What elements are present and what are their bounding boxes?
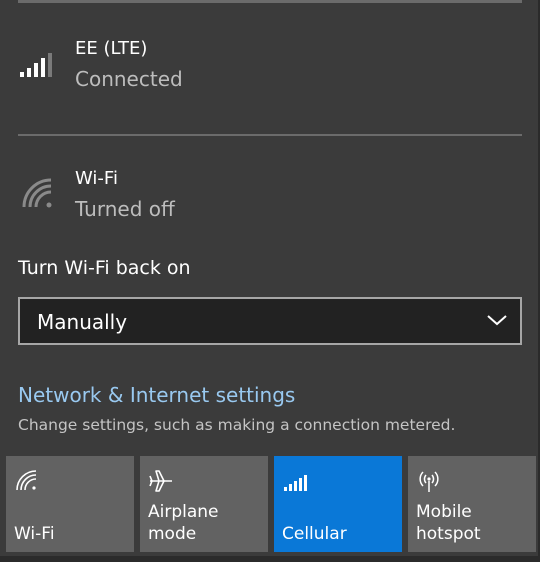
hotspot-icon <box>419 471 439 492</box>
tile-label: Airplane mode <box>148 502 219 544</box>
tile-mobile-hotspot[interactable]: Mobile hotspot <box>408 456 536 552</box>
network-name: EE (LTE) <box>75 38 148 59</box>
wifi-off-icon <box>22 178 52 208</box>
turn-wifi-back-on-select[interactable]: Manually <box>18 297 522 345</box>
tile-label: Wi-Fi <box>14 524 55 544</box>
cellular-signal-icon <box>284 475 307 491</box>
network-status: Turned off <box>75 197 175 221</box>
wifi-icon <box>16 470 37 491</box>
network-settings-link[interactable]: Network & Internet settings <box>18 383 295 407</box>
top-divider <box>18 0 522 3</box>
turn-wifi-back-on-label: Turn Wi-Fi back on <box>18 257 191 279</box>
tile-label: Mobile hotspot <box>416 502 481 544</box>
dropdown-selected-value: Manually <box>37 310 128 334</box>
network-item-cellular[interactable]: EE (LTE) Connected <box>0 30 540 100</box>
tile-cellular[interactable]: Cellular <box>274 456 402 552</box>
section-divider <box>18 134 522 136</box>
cellular-signal-icon <box>20 53 52 77</box>
taskbar-edge <box>0 556 540 562</box>
tile-wifi[interactable]: Wi-Fi <box>6 456 134 552</box>
network-item-wifi[interactable]: Wi-Fi Turned off <box>0 160 540 230</box>
tile-airplane-mode[interactable]: Airplane mode <box>140 456 268 552</box>
tile-label: Cellular <box>282 524 347 544</box>
airplane-icon <box>149 470 172 492</box>
network-status: Connected <box>75 67 183 91</box>
network-settings-description: Change settings, such as making a connec… <box>18 416 456 434</box>
network-flyout: EE (LTE) Connected Wi-Fi Turned off Turn… <box>0 0 540 562</box>
network-name: Wi-Fi <box>75 168 118 189</box>
chevron-down-icon <box>487 315 507 326</box>
